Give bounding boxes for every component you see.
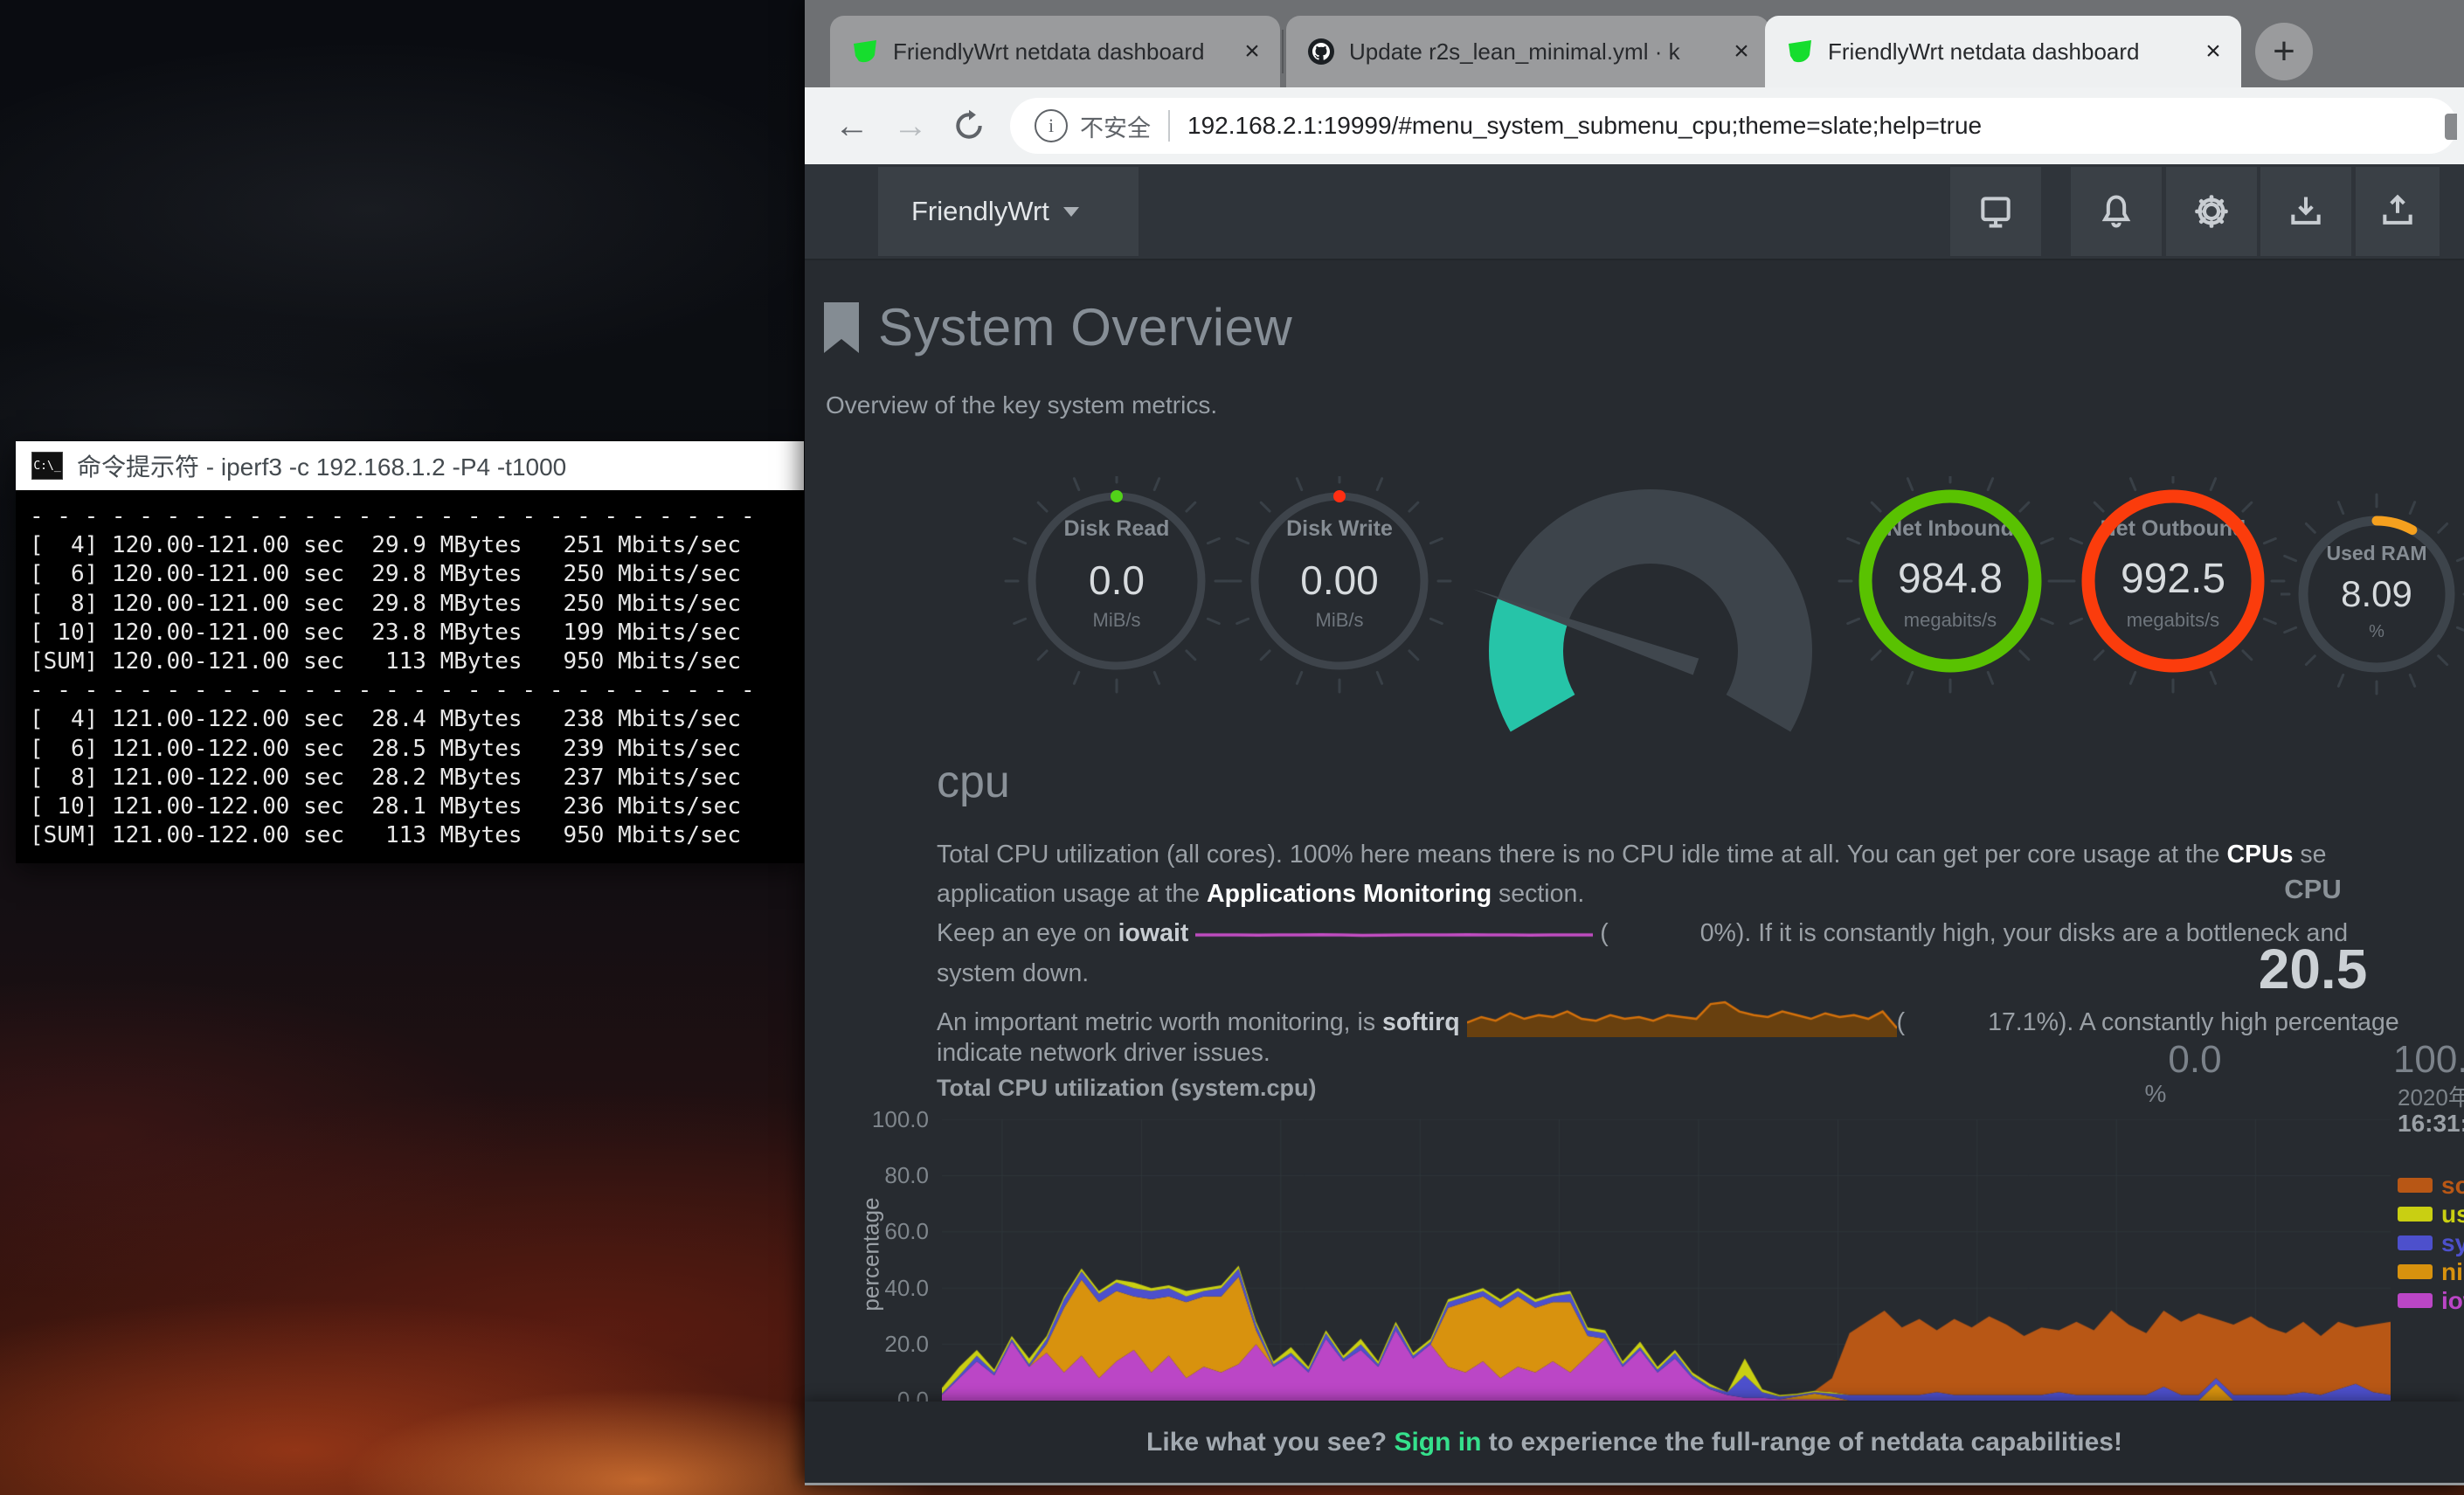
tab-strip: FriendlyWrt netdata dashboard × Update r…	[805, 0, 2464, 87]
host-dropdown[interactable]: FriendlyWrt	[878, 167, 1139, 256]
tab-close-icon[interactable]: ×	[2198, 36, 2229, 67]
cmd-icon: C:\_	[31, 452, 63, 480]
legend-item[interactable]: sys	[2398, 1229, 2464, 1257]
chart-ylabel: percentage	[858, 1185, 885, 1325]
chart-title: Total CPU utilization (system.cpu)	[937, 1075, 1317, 1102]
gauge-unit: %	[2129, 1080, 2182, 1108]
upload-icon	[2378, 192, 2417, 231]
sign-in-link[interactable]: Sign in	[1394, 1428, 1481, 1457]
section-title-cpu: cpu	[937, 756, 1010, 808]
cpu-desc-line2: application usage at the Applications Mo…	[937, 880, 2464, 909]
settings-button[interactable]	[2166, 167, 2257, 256]
legend-item[interactable]: soft	[2398, 1171, 2464, 1200]
tab-close-icon[interactable]: ×	[1236, 36, 1268, 67]
import-button[interactable]	[2260, 167, 2351, 256]
url-divider	[1168, 110, 1170, 142]
address-toolbar: ← → i 不安全 192.168.2.1:19999/#menu_system…	[805, 87, 2464, 164]
gauge-disk-write[interactable]: Disk Write 0.00 MiB/s	[1226, 476, 1453, 703]
tab-title: FriendlyWrt netdata dashboard	[1828, 38, 2185, 66]
legend-label: sys	[2441, 1229, 2464, 1257]
alarms-button[interactable]	[2071, 167, 2162, 256]
iowait-sparkline	[1195, 919, 1593, 948]
terminal-output: - - - - - - - - - - - - - - - - - - - - …	[16, 490, 804, 863]
page-title: System Overview	[878, 297, 1292, 357]
tab-title: Update r2s_lean_minimal.yml · k	[1349, 38, 1713, 66]
tab-close-icon[interactable]: ×	[1726, 36, 1757, 67]
monitor-icon	[1976, 192, 2015, 231]
terminal-window[interactable]: C:\_ 命令提示符 - iperf3 -c 192.168.1.2 -P4 -…	[16, 441, 804, 863]
legend-item[interactable]: use	[2398, 1200, 2464, 1229]
tab-separator	[1282, 30, 1284, 73]
back-button[interactable]: ←	[829, 103, 875, 149]
legend-label: iow	[2441, 1287, 2464, 1315]
page-info-icon[interactable]: i	[1035, 109, 1068, 142]
gauge-net-outbound[interactable]: Net Outbound 992.5 megabits/s	[2059, 476, 2287, 703]
bell-icon	[2097, 192, 2135, 231]
bookmark-icon	[824, 302, 859, 353]
tab-title: FriendlyWrt netdata dashboard	[893, 38, 1224, 66]
github-icon	[1307, 38, 1335, 66]
terminal-titlebar[interactable]: C:\_ 命令提示符 - iperf3 -c 192.168.1.2 -P4 -…	[16, 441, 804, 490]
legend-item[interactable]: nice	[2398, 1257, 2464, 1286]
chart-legend: softusesysniceiow	[2398, 1171, 2464, 1315]
tab-friendlywrt-1[interactable]: FriendlyWrt netdata dashboard ×	[830, 16, 1280, 87]
legend-label: nice	[2441, 1258, 2464, 1286]
legend-swatch	[2398, 1293, 2433, 1308]
print-mode-button[interactable]	[1950, 167, 2041, 256]
browser-window: FriendlyWrt netdata dashboard × Update r…	[805, 0, 2464, 1485]
url-bar[interactable]: i 不安全 192.168.2.1:19999/#menu_system_sub…	[1010, 98, 2457, 154]
chevron-down-icon	[1063, 207, 1079, 217]
terminal-title: 命令提示符 - iperf3 -c 192.168.1.2 -P4 -t1000	[77, 448, 566, 483]
reload-button[interactable]	[946, 103, 992, 149]
tab-github[interactable]: Update r2s_lean_minimal.yml · k ×	[1286, 16, 1769, 87]
screen: C:\_ 命令提示符 - iperf3 -c 192.168.1.2 -P4 -…	[0, 0, 2464, 1495]
netdata-icon	[851, 38, 879, 66]
cpus-link[interactable]: CPUs	[2226, 841, 2293, 869]
signin-text: Like what you see? Sign in to experience…	[1146, 1428, 2122, 1457]
legend-label: use	[2441, 1201, 2464, 1229]
netdata-icon	[1786, 38, 1814, 66]
page-subtitle: Overview of the key system metrics.	[826, 391, 1217, 419]
softirq-sparkline	[1467, 999, 1897, 1037]
legend-label: soft	[2441, 1172, 2464, 1200]
cpu-desc-line4: system down.	[937, 959, 2464, 988]
cpu-desc-line5: An important metric worth monitoring, is…	[937, 999, 2464, 1037]
url-text[interactable]: 192.168.2.1:19999/#menu_system_submenu_c…	[1187, 112, 1982, 140]
gear-icon	[2191, 191, 2232, 232]
gauge-cpu[interactable]: CPU 20.5 0.0 100.0 %	[1467, 437, 1834, 699]
applications-monitoring-link[interactable]: Applications Monitoring	[1207, 880, 1492, 908]
signin-banner: Like what you see? Sign in to experience…	[805, 1402, 2464, 1485]
legend-swatch	[2398, 1178, 2433, 1193]
forward-button[interactable]: →	[888, 103, 933, 149]
export-button[interactable]	[2356, 167, 2440, 256]
cpu-utilization-chart[interactable]	[942, 1119, 2391, 1401]
legend-swatch	[2398, 1264, 2433, 1279]
legend-item[interactable]: iow	[2398, 1286, 2464, 1315]
netdata-navbar: FriendlyWrt	[805, 164, 2464, 260]
gauge-disk-read[interactable]: Disk Read 0.0 MiB/s	[1003, 476, 1230, 703]
security-label[interactable]: 不安全	[1080, 109, 1151, 143]
cpu-desc-line1: Total CPU utilization (all cores). 100% …	[937, 841, 2464, 869]
chart-ytick: 20.0	[824, 1331, 929, 1358]
download-icon	[2287, 192, 2325, 231]
host-name: FriendlyWrt	[911, 196, 1049, 227]
legend-swatch	[2398, 1207, 2433, 1222]
chart-ytick: 80.0	[824, 1162, 929, 1189]
chart-ytick: 100.0	[824, 1106, 929, 1133]
chart-timestamp-date: 2020年3	[2398, 1080, 2464, 1112]
legend-swatch	[2398, 1235, 2433, 1250]
cpu-desc-line3: Keep an eye on iowait (0%). If it is con…	[937, 919, 2464, 948]
chart-ytick: 60.0	[824, 1218, 929, 1245]
clipped-toolbar-icon	[2445, 114, 2457, 140]
chart-timestamp-time: 16:31:2	[2398, 1110, 2464, 1138]
gauge-net-inbound[interactable]: Net Inbound 984.8 megabits/s	[1837, 476, 2064, 703]
chart-ytick: 40.0	[824, 1275, 929, 1302]
cpu-desc-line6: indicate network driver issues.	[937, 1039, 2464, 1068]
new-tab-button[interactable]: +	[2255, 23, 2313, 80]
gauge-used-ram[interactable]: Used RAM 8.09 %	[2281, 489, 2464, 699]
tab-friendlywrt-2-active[interactable]: FriendlyWrt netdata dashboard ×	[1765, 16, 2241, 87]
